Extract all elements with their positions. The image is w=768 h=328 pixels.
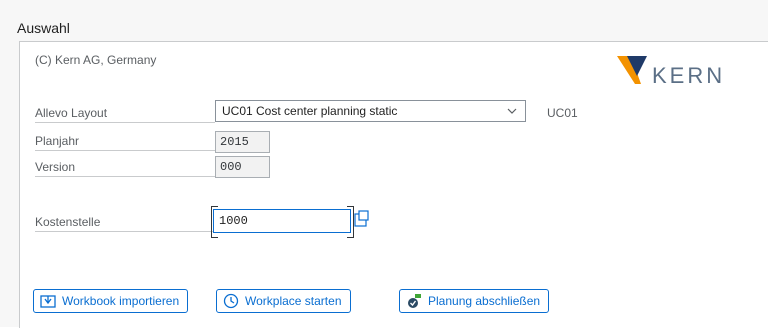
finish-planning-button[interactable]: Planung abschließen <box>399 289 550 313</box>
logo-text: KERN <box>652 63 726 88</box>
kostenstelle-label: Kostenstelle <box>35 213 215 232</box>
finish-planning-label: Planung abschließen <box>428 294 541 308</box>
copyright-text: (C) Kern AG, Germany <box>35 53 157 67</box>
chevron-down-icon[interactable] <box>507 106 517 116</box>
finish-planning-icon <box>408 294 421 308</box>
planjahr-field: 2015 <box>215 131 270 153</box>
focus-bracket-right <box>347 206 354 238</box>
layout-code: UC01 <box>547 106 578 120</box>
focus-bracket-left <box>211 206 218 238</box>
layout-select[interactable]: UC01 Cost center planning static <box>215 100 526 122</box>
import-workbook-button[interactable]: Workbook importieren <box>33 289 189 313</box>
layout-select-value: UC01 Cost center planning static <box>222 104 398 118</box>
start-workplace-label: Workplace starten <box>245 294 342 308</box>
import-workbook-label: Workbook importieren <box>62 294 180 308</box>
section-title: Auswahl <box>17 20 70 36</box>
layout-label: Allevo Layout <box>35 104 215 123</box>
version-field: 000 <box>215 156 270 178</box>
clock-icon <box>223 293 239 309</box>
value-help-icon[interactable] <box>354 210 370 230</box>
import-icon <box>40 295 56 308</box>
version-label: Version <box>35 158 215 177</box>
planjahr-label: Planjahr <box>35 132 215 151</box>
kostenstelle-input[interactable]: 1000 <box>213 209 351 233</box>
start-workplace-button[interactable]: Workplace starten <box>216 289 351 313</box>
